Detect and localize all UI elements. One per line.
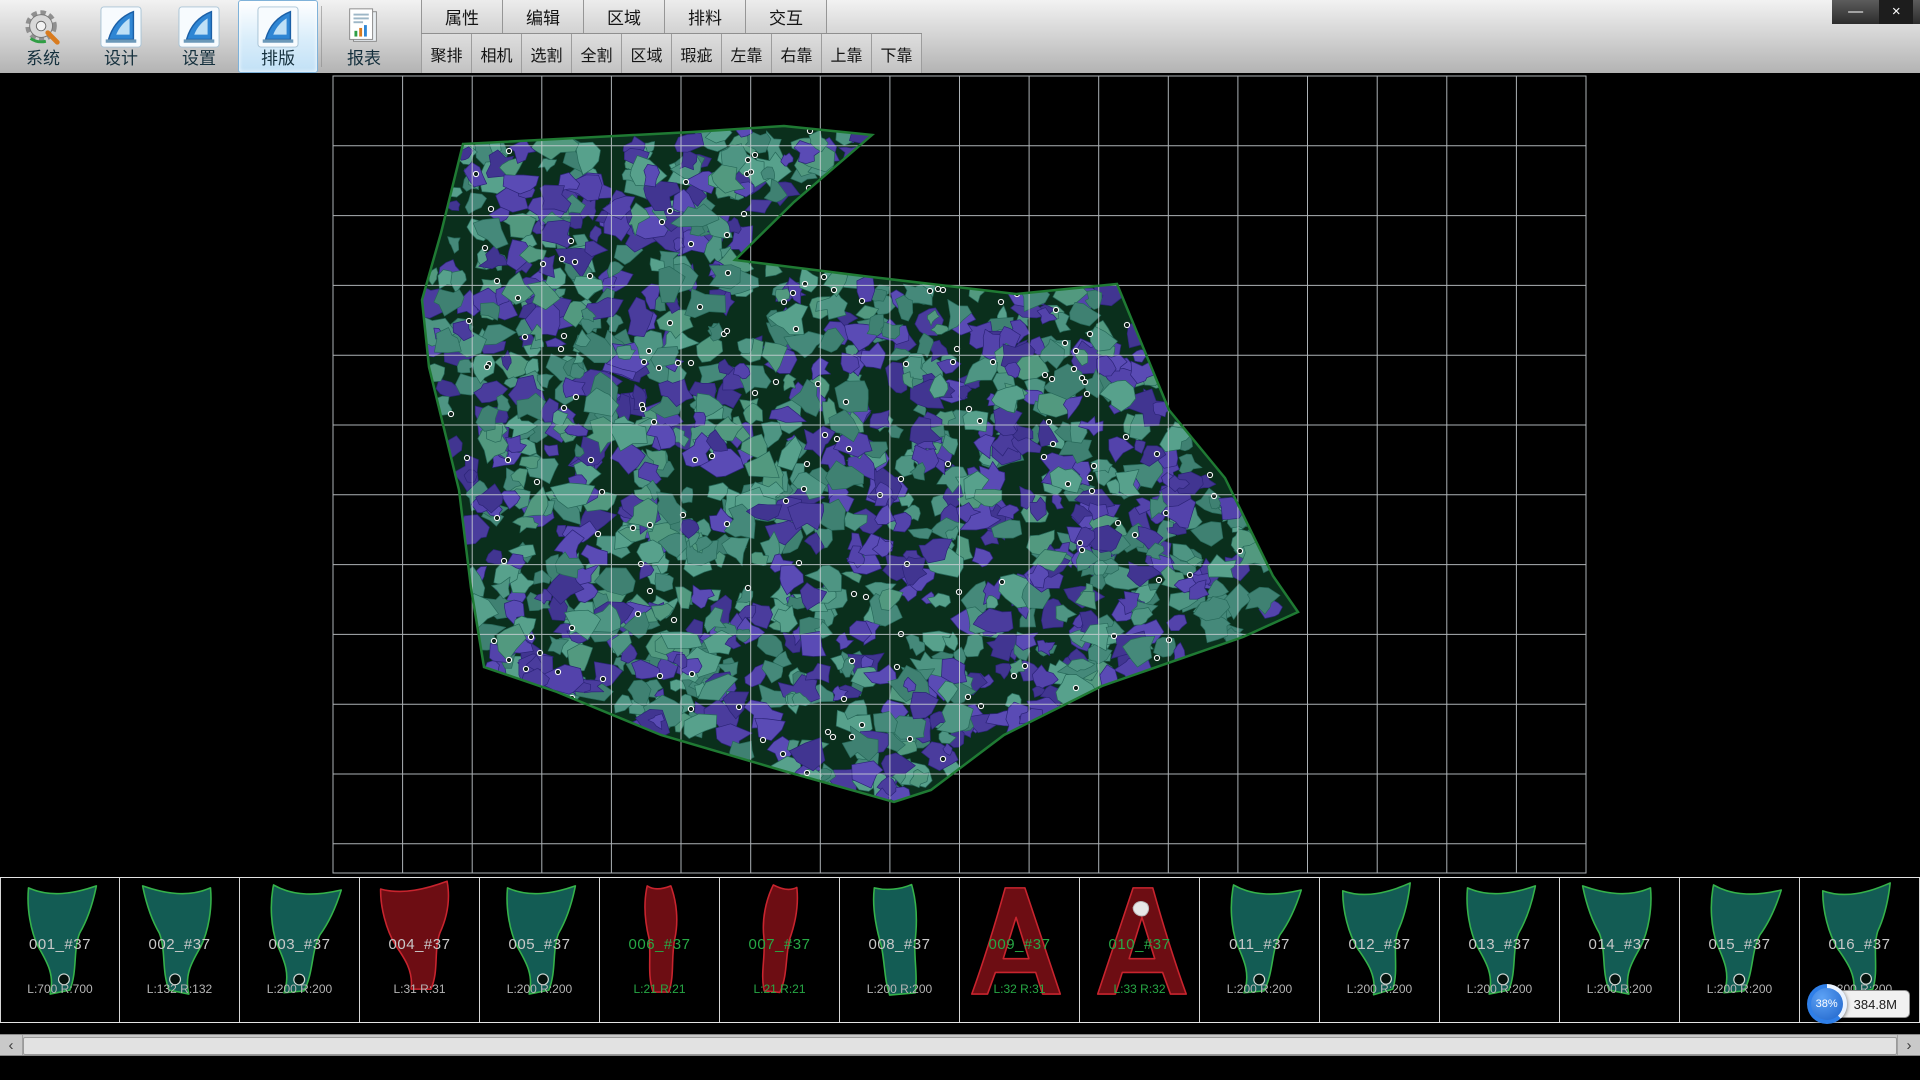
piece-cell-8[interactable]: 008_#37 L:200 R:200	[840, 878, 960, 1022]
piece-name: 013_#37	[1440, 936, 1559, 953]
action-button-6[interactable]: 瑕疵	[672, 34, 722, 73]
piece-name: 012_#37	[1320, 936, 1439, 953]
menu-tabs: 属性编辑区域排料交互	[421, 0, 922, 34]
action-button-10[interactable]: 下靠	[872, 34, 922, 73]
piece-name: 005_#37	[480, 936, 599, 953]
window-controls: — ×	[1832, 0, 1920, 24]
action-button-4[interactable]: 全割	[572, 34, 622, 73]
top-toolbar: 系统设计设置排版报表 属性编辑区域排料交互 聚排相机选割全割区域瑕疵左靠右靠上靠…	[0, 0, 1920, 74]
action-button-2[interactable]: 相机	[472, 34, 522, 73]
report-icon	[343, 6, 385, 48]
piece-name: 015_#37	[1680, 936, 1799, 953]
piece-lr-count: L:132 R:132	[120, 982, 239, 996]
toolbar-button-4[interactable]: 排版	[238, 0, 318, 73]
action-button-8[interactable]: 右靠	[772, 34, 822, 73]
toolbar-button-5[interactable]: 报表	[325, 0, 403, 73]
piece-lr-count: L:21 R:21	[720, 982, 839, 996]
menu-tab-4[interactable]: 排料	[665, 0, 746, 33]
piece-cell-10[interactable]: 010_#37 L:33 R:32	[1080, 878, 1200, 1022]
toolbar-button-label: 排版	[261, 50, 295, 67]
piece-name: 011_#37	[1200, 936, 1319, 953]
piece-lr-count: L:31 R:31	[360, 982, 479, 996]
sail-icon	[100, 6, 142, 48]
memory-badge[interactable]: 38% 384.8M	[1807, 984, 1910, 1024]
piece-lr-count: L:700 R:700	[1, 982, 119, 996]
toolbar-button-3[interactable]: 设置	[160, 0, 238, 73]
piece-lr-count: L:200 R:200	[1560, 982, 1679, 996]
piece-name: 001_#37	[1, 936, 119, 953]
piece-name: 004_#37	[360, 936, 479, 953]
action-button-9[interactable]: 上靠	[822, 34, 872, 73]
piece-lr-count: L:200 R:200	[240, 982, 359, 996]
piece-cell-13[interactable]: 013_#37 L:200 R:200	[1440, 878, 1560, 1022]
piece-cell-6[interactable]: 006_#37 L:21 R:21	[600, 878, 720, 1022]
piece-cell-1[interactable]: 001_#37 L:700 R:700	[0, 878, 120, 1022]
action-button-3[interactable]: 选割	[522, 34, 572, 73]
sail-icon	[178, 6, 220, 48]
nesting-canvas-svg	[0, 73, 1920, 877]
nesting-canvas[interactable]	[0, 73, 1920, 877]
action-button-7[interactable]: 左靠	[722, 34, 772, 73]
scroll-left-arrow[interactable]: ‹	[0, 1035, 23, 1055]
piece-lr-count: L:21 R:21	[600, 982, 719, 996]
piece-name: 009_#37	[960, 936, 1079, 953]
piece-name: 006_#37	[600, 936, 719, 953]
piece-cell-3[interactable]: 003_#37 L:200 R:200	[240, 878, 360, 1022]
close-button[interactable]: ×	[1879, 0, 1913, 24]
piece-lr-count: L:200 R:200	[480, 982, 599, 996]
sail-icon	[257, 6, 299, 48]
piece-cell-11[interactable]: 011_#37 L:200 R:200	[1200, 878, 1320, 1022]
piece-lr-count: L:200 R:200	[1440, 982, 1559, 996]
piece-name: 003_#37	[240, 936, 359, 953]
piece-cell-15[interactable]: 015_#37 L:200 R:200	[1680, 878, 1800, 1022]
app-window: 系统设计设置排版报表 属性编辑区域排料交互 聚排相机选割全割区域瑕疵左靠右靠上靠…	[0, 0, 1920, 1080]
piece-name: 007_#37	[720, 936, 839, 953]
toolbar-button-label: 系统	[26, 50, 60, 67]
piece-lr-count: L:32 R:31	[960, 982, 1079, 996]
piece-cell-4[interactable]: 004_#37 L:31 R:31	[360, 878, 480, 1022]
gear-icon	[22, 6, 64, 48]
action-button-5[interactable]: 区域	[622, 34, 672, 73]
piece-cell-2[interactable]: 002_#37 L:132 R:132	[120, 878, 240, 1022]
toolbar-button-label: 设置	[182, 50, 216, 67]
piece-cell-14[interactable]: 014_#37 L:200 R:200	[1560, 878, 1680, 1022]
horizontal-scrollbar[interactable]: ‹ ›	[0, 1034, 1920, 1056]
piece-name: 014_#37	[1560, 936, 1679, 953]
big-buttons: 系统 设计 设置 排版 报表	[0, 0, 403, 73]
action-button-1[interactable]: 聚排	[421, 34, 472, 73]
piece-lr-count: L:200 R:200	[1680, 982, 1799, 996]
piece-cell-5[interactable]: 005_#37 L:200 R:200	[480, 878, 600, 1022]
menu-tab-2[interactable]: 编辑	[503, 0, 584, 33]
scroll-thumb[interactable]	[23, 1037, 1897, 1055]
action-buttons: 聚排相机选割全割区域瑕疵左靠右靠上靠下靠	[421, 34, 922, 73]
piece-lr-count: L:200 R:200	[1320, 982, 1439, 996]
progress-circle: 38%	[1807, 984, 1847, 1024]
piece-cell-7[interactable]: 007_#37 L:21 R:21	[720, 878, 840, 1022]
toolbar-button-label: 设计	[104, 50, 138, 67]
piece-lr-count: L:200 R:200	[1200, 982, 1319, 996]
toolbar-button-1[interactable]: 系统	[4, 0, 82, 73]
menu-tab-3[interactable]: 区域	[584, 0, 665, 33]
piece-name: 010_#37	[1080, 936, 1199, 953]
piece-lr-count: L:200 R:200	[840, 982, 959, 996]
piece-name: 008_#37	[840, 936, 959, 953]
piece-cell-12[interactable]: 012_#37 L:200 R:200	[1320, 878, 1440, 1022]
menu-tab-1[interactable]: 属性	[421, 0, 503, 33]
piece-lr-count: L:33 R:32	[1080, 982, 1199, 996]
minimize-button[interactable]: —	[1839, 0, 1873, 24]
piece-name: 016_#37	[1800, 936, 1919, 953]
toolbar-button-label: 报表	[347, 50, 381, 67]
piece-cell-9[interactable]: 009_#37 L:32 R:31	[960, 878, 1080, 1022]
menu-area: 属性编辑区域排料交互 聚排相机选割全割区域瑕疵左靠右靠上靠下靠	[421, 0, 922, 73]
toolbar-divider	[321, 6, 322, 67]
piece-name: 002_#37	[120, 936, 239, 953]
toolbar-button-2[interactable]: 设计	[82, 0, 160, 73]
scroll-right-arrow[interactable]: ›	[1897, 1035, 1920, 1055]
menu-tab-5[interactable]: 交互	[746, 0, 827, 33]
progress-percent: 38%	[1811, 988, 1843, 1020]
piece-strip: 001_#37L:700 R:700002_#37L:132 R:132003_…	[0, 877, 1920, 1023]
